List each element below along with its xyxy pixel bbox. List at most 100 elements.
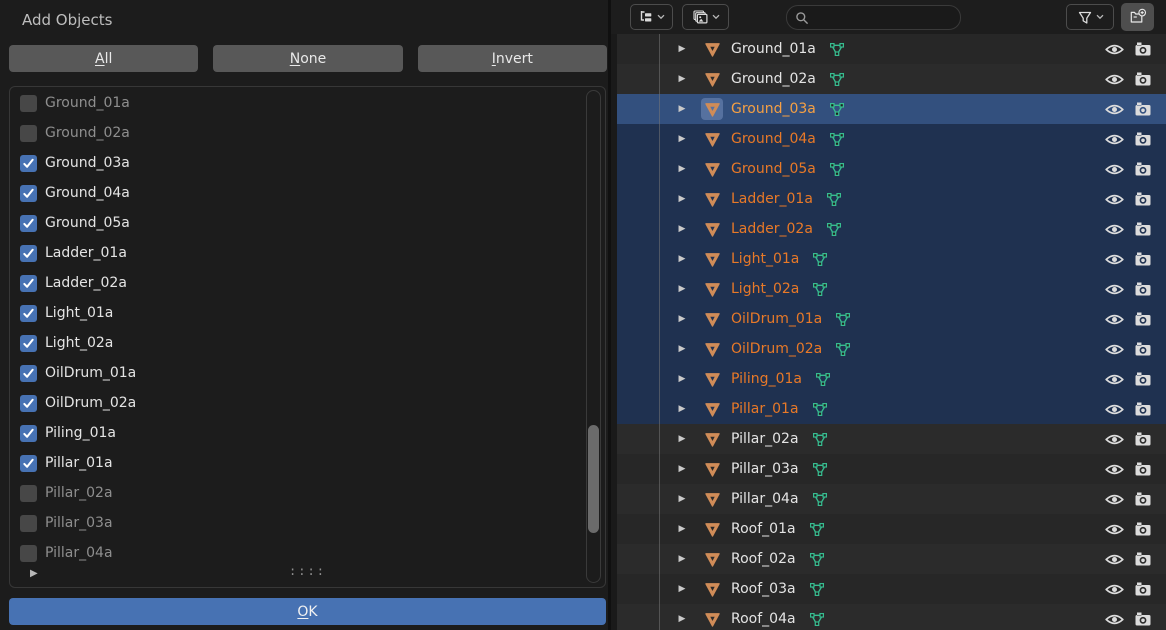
outliner-row[interactable]: ▶ Light_02a <box>617 274 1166 304</box>
checkbox[interactable] <box>20 305 37 322</box>
expand-arrow-icon[interactable]: ▶ <box>675 544 689 574</box>
ok-button[interactable]: OK <box>9 598 606 625</box>
checklist-item[interactable]: OilDrum_02a <box>10 388 581 418</box>
checklist-item[interactable]: Pillar_03a <box>10 508 581 538</box>
checklist-item[interactable]: Ground_05a <box>10 208 581 238</box>
checklist-item[interactable]: OilDrum_01a <box>10 358 581 388</box>
search-input[interactable] <box>815 9 945 26</box>
disable-in-renders-camera-icon[interactable] <box>1134 191 1152 207</box>
expand-arrow-icon[interactable]: ▶ <box>675 304 689 334</box>
expand-arrow-icon[interactable]: ▶ <box>675 184 689 214</box>
expand-arrow-icon[interactable]: ▶ <box>675 454 689 484</box>
hide-in-viewport-eye-icon[interactable] <box>1104 493 1124 506</box>
hide-in-viewport-eye-icon[interactable] <box>1104 613 1124 626</box>
checkbox[interactable] <box>20 425 37 442</box>
scrollbar-thumb[interactable] <box>588 425 599 533</box>
expand-arrow-icon[interactable]: ▶ <box>675 154 689 184</box>
expand-arrow-icon[interactable]: ▶ <box>675 574 689 604</box>
checkbox[interactable] <box>20 335 37 352</box>
checklist-item[interactable]: Light_01a <box>10 298 581 328</box>
disable-in-renders-camera-icon[interactable] <box>1134 551 1152 567</box>
disable-in-renders-camera-icon[interactable] <box>1134 161 1152 177</box>
checklist-item[interactable]: Piling_01a <box>10 418 581 448</box>
checklist-item[interactable]: Ground_01a <box>10 88 581 118</box>
outliner-row[interactable]: ▶ Ground_01a <box>617 34 1166 64</box>
checkbox[interactable] <box>20 185 37 202</box>
checkbox[interactable] <box>20 245 37 262</box>
hide-in-viewport-eye-icon[interactable] <box>1104 433 1124 446</box>
checkbox[interactable] <box>20 395 37 412</box>
checklist-item[interactable]: Ladder_01a <box>10 238 581 268</box>
scrollbar-track[interactable] <box>586 90 601 583</box>
filter-dropdown[interactable] <box>1066 4 1114 30</box>
checkbox[interactable] <box>20 485 37 502</box>
hide-in-viewport-eye-icon[interactable] <box>1104 223 1124 236</box>
expand-arrow-icon[interactable]: ▶ <box>675 484 689 514</box>
checklist-item[interactable]: Pillar_02a <box>10 478 581 508</box>
outliner-row[interactable]: ▶ Piling_01a <box>617 364 1166 394</box>
invert-button[interactable]: Invert <box>418 45 607 72</box>
disable-in-renders-camera-icon[interactable] <box>1134 341 1152 357</box>
outliner-row[interactable]: ▶ Roof_02a <box>617 544 1166 574</box>
hide-in-viewport-eye-icon[interactable] <box>1104 283 1124 296</box>
checkbox[interactable] <box>20 215 37 232</box>
hide-in-viewport-eye-icon[interactable] <box>1104 133 1124 146</box>
hide-in-viewport-eye-icon[interactable] <box>1104 373 1124 386</box>
outliner-row[interactable]: ▶ Roof_03a <box>617 574 1166 604</box>
hide-in-viewport-eye-icon[interactable] <box>1104 553 1124 566</box>
outliner-row[interactable]: ▶ Pillar_04a <box>617 484 1166 514</box>
expand-arrow-icon[interactable]: ▶ <box>675 124 689 154</box>
outliner-row[interactable]: ▶ OilDrum_02a <box>617 334 1166 364</box>
expand-arrow-icon[interactable]: ▶ <box>675 364 689 394</box>
outliner-row[interactable]: ▶ Roof_04a <box>617 604 1166 630</box>
checklist-item[interactable]: Ground_02a <box>10 118 581 148</box>
disable-in-renders-camera-icon[interactable] <box>1134 71 1152 87</box>
outliner-row[interactable]: ▶ Pillar_02a <box>617 424 1166 454</box>
disable-in-renders-camera-icon[interactable] <box>1134 461 1152 477</box>
checklist-item[interactable]: Ladder_02a <box>10 268 581 298</box>
disable-in-renders-camera-icon[interactable] <box>1134 371 1152 387</box>
expand-arrow-icon[interactable]: ▶ <box>675 244 689 274</box>
hide-in-viewport-eye-icon[interactable] <box>1104 313 1124 326</box>
checkbox[interactable] <box>20 125 37 142</box>
disable-in-renders-camera-icon[interactable] <box>1134 251 1152 267</box>
hide-in-viewport-eye-icon[interactable] <box>1104 523 1124 536</box>
editor-type-dropdown[interactable] <box>630 4 673 30</box>
outliner-row[interactable]: ▶ Pillar_01a <box>617 394 1166 424</box>
expand-arrow-icon[interactable]: ▶ <box>675 334 689 364</box>
outliner-row[interactable]: ▶ OilDrum_01a <box>617 304 1166 334</box>
expand-arrow-icon[interactable]: ▶ <box>675 424 689 454</box>
checklist-item[interactable]: Ground_03a <box>10 148 581 178</box>
hide-in-viewport-eye-icon[interactable] <box>1104 403 1124 416</box>
hide-in-viewport-eye-icon[interactable] <box>1104 43 1124 56</box>
disable-in-renders-camera-icon[interactable] <box>1134 221 1152 237</box>
display-mode-dropdown[interactable] <box>682 4 729 30</box>
expand-arrow-icon[interactable]: ▶ <box>675 514 689 544</box>
disable-in-renders-camera-icon[interactable] <box>1134 611 1152 627</box>
checkbox[interactable] <box>20 515 37 532</box>
expand-arrow-icon[interactable]: ▶ <box>675 64 689 94</box>
hide-in-viewport-eye-icon[interactable] <box>1104 163 1124 176</box>
expand-arrow-icon[interactable]: ▶ <box>675 214 689 244</box>
checklist-item[interactable]: Light_02a <box>10 328 581 358</box>
checkbox[interactable] <box>20 155 37 172</box>
outliner-row[interactable]: ▶ Roof_01a <box>617 514 1166 544</box>
expand-arrow-icon[interactable]: ▶ <box>675 34 689 64</box>
all-button[interactable]: All <box>9 45 198 72</box>
hide-in-viewport-eye-icon[interactable] <box>1104 103 1124 116</box>
outliner-row[interactable]: ▶ Light_01a <box>617 244 1166 274</box>
hide-in-viewport-eye-icon[interactable] <box>1104 73 1124 86</box>
checkbox[interactable] <box>20 545 37 562</box>
checkbox[interactable] <box>20 365 37 382</box>
expand-arrow-icon[interactable]: ▶ <box>675 274 689 304</box>
expand-arrow-icon[interactable]: ▶ <box>675 604 689 630</box>
hide-in-viewport-eye-icon[interactable] <box>1104 583 1124 596</box>
hide-in-viewport-eye-icon[interactable] <box>1104 253 1124 266</box>
search-box[interactable] <box>786 5 961 30</box>
outliner-row[interactable]: ▶ Ground_03a <box>617 94 1166 124</box>
disable-in-renders-camera-icon[interactable] <box>1134 131 1152 147</box>
checklist-item[interactable]: Pillar_01a <box>10 448 581 478</box>
checkbox[interactable] <box>20 275 37 292</box>
outliner-row[interactable]: ▶ Pillar_03a <box>617 454 1166 484</box>
disable-in-renders-camera-icon[interactable] <box>1134 431 1152 447</box>
